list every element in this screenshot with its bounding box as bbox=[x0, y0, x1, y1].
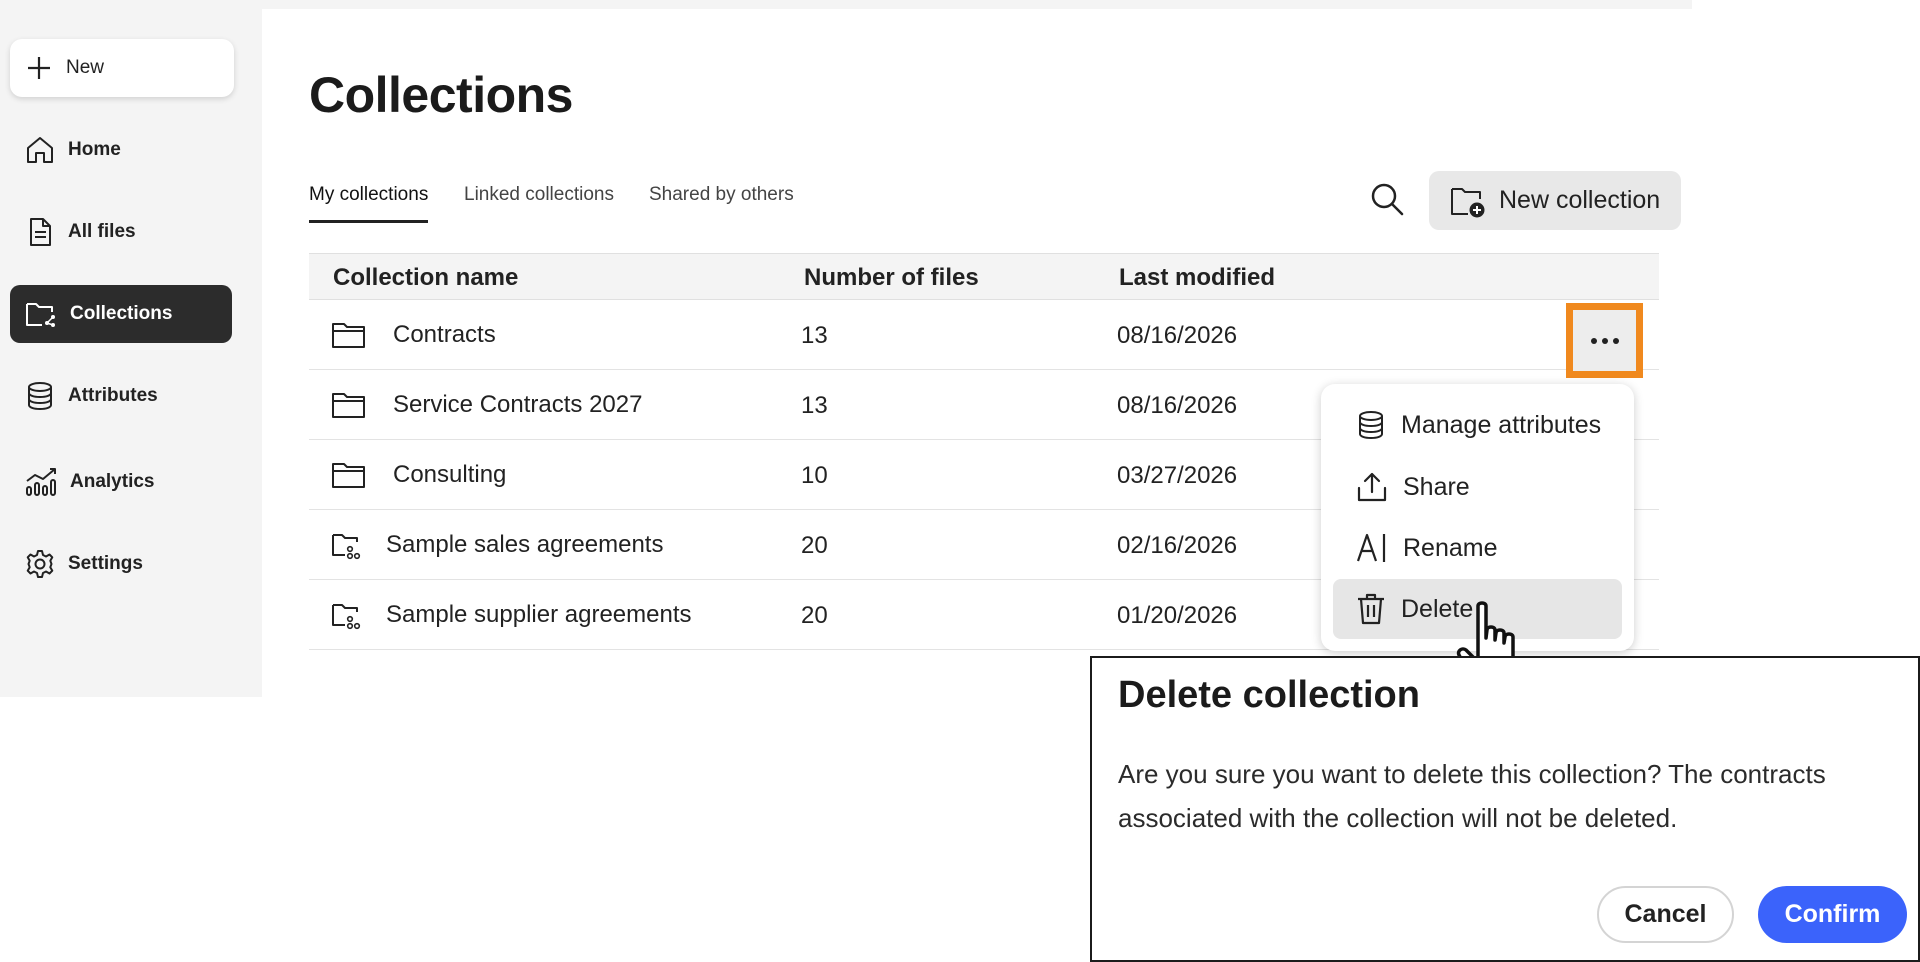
modified-date: 08/16/2026 bbox=[1117, 392, 1238, 419]
file-count: 20 bbox=[801, 602, 828, 629]
collection-name[interactable]: Contracts bbox=[393, 321, 496, 349]
folder-icon bbox=[332, 393, 365, 418]
new-collection-label: New collection bbox=[1499, 186, 1661, 214]
folder-icon bbox=[332, 463, 365, 488]
sidebar-item-all-files[interactable]: All files bbox=[10, 203, 232, 261]
analytics-icon bbox=[26, 468, 56, 496]
sidebar-item-label: Settings bbox=[68, 553, 143, 574]
menu-item-label: Manage attributes bbox=[1401, 410, 1602, 439]
column-header-files[interactable]: Number of files bbox=[804, 264, 979, 292]
shared-folder-icon bbox=[332, 604, 361, 630]
menu-item-label: Rename bbox=[1403, 533, 1498, 562]
new-button-label: New bbox=[66, 57, 105, 78]
collection-name[interactable]: Sample sales agreements bbox=[386, 531, 663, 559]
sidebar-item-attributes[interactable]: Attributes bbox=[10, 367, 232, 425]
home-icon bbox=[27, 137, 53, 163]
modified-date: 02/16/2026 bbox=[1117, 532, 1238, 559]
sidebar-item-home[interactable]: Home bbox=[10, 121, 232, 179]
new-collection-button[interactable]: New collection bbox=[1429, 171, 1681, 230]
sidebar-item-settings[interactable]: Settings bbox=[10, 535, 232, 593]
sidebar-item-label: Collections bbox=[70, 303, 173, 324]
tab-shared-by-others[interactable]: Shared by others bbox=[649, 184, 794, 220]
sidebar-item-label: Attributes bbox=[68, 385, 158, 406]
sidebar-item-label: Home bbox=[68, 139, 121, 160]
confirm-button[interactable]: Confirm bbox=[1758, 886, 1907, 943]
delete-collection-dialog: Delete collection Are you sure you want … bbox=[1090, 656, 1920, 962]
collection-name[interactable]: Service Contracts 2027 bbox=[393, 391, 642, 419]
sidebar-item-collections[interactable]: Collections bbox=[10, 285, 232, 343]
file-count: 13 bbox=[801, 392, 828, 419]
add-folder-icon bbox=[1451, 187, 1485, 217]
rename-icon bbox=[1356, 533, 1386, 562]
modified-date: 01/20/2026 bbox=[1117, 602, 1238, 629]
more-icon bbox=[1590, 337, 1619, 344]
collection-name[interactable]: Consulting bbox=[393, 461, 506, 489]
trash-icon bbox=[1358, 593, 1384, 625]
gear-icon bbox=[26, 550, 54, 578]
modified-date: 08/16/2026 bbox=[1117, 322, 1238, 349]
column-header-name[interactable]: Collection name bbox=[333, 264, 518, 292]
new-button[interactable]: New bbox=[10, 39, 234, 97]
table-row[interactable]: Contracts 13 08/16/2026 bbox=[309, 300, 1659, 370]
page-title: Collections bbox=[309, 67, 573, 123]
shared-folder-icon bbox=[332, 534, 361, 560]
sidebar-item-label: All files bbox=[68, 221, 136, 242]
sidebar-item-analytics[interactable]: Analytics bbox=[10, 453, 232, 511]
table-header: Collection name Number of files Last mod… bbox=[309, 253, 1659, 300]
file-count: 13 bbox=[801, 322, 828, 349]
sidebar-item-label: Analytics bbox=[70, 471, 155, 492]
database-icon bbox=[28, 382, 52, 411]
collection-name[interactable]: Sample supplier agreements bbox=[386, 601, 692, 629]
more-actions-button[interactable] bbox=[1566, 303, 1643, 378]
database-icon bbox=[1359, 411, 1383, 440]
menu-item-rename[interactable]: Rename bbox=[1333, 518, 1622, 578]
file-count: 10 bbox=[801, 462, 828, 489]
menu-item-share[interactable]: Share bbox=[1333, 457, 1622, 517]
menu-item-manage-attributes[interactable]: Manage attributes bbox=[1333, 395, 1622, 455]
main-panel-corner bbox=[262, 9, 282, 29]
search-icon[interactable] bbox=[1368, 180, 1406, 218]
column-header-modified[interactable]: Last modified bbox=[1119, 264, 1275, 292]
plus-icon bbox=[28, 57, 50, 79]
cancel-button[interactable]: Cancel bbox=[1597, 886, 1734, 943]
dialog-title: Delete collection bbox=[1118, 674, 1420, 716]
tab-linked-collections[interactable]: Linked collections bbox=[464, 184, 614, 220]
sidebar: New Home All files Collections Attribute… bbox=[0, 0, 262, 697]
folder-icon bbox=[332, 323, 365, 348]
tab-my-collections[interactable]: My collections bbox=[309, 184, 429, 223]
collections-icon bbox=[26, 303, 55, 327]
dialog-message: Are you sure you want to delete this col… bbox=[1118, 759, 1826, 833]
modified-date: 03/27/2026 bbox=[1117, 462, 1238, 489]
file-count: 20 bbox=[801, 532, 828, 559]
file-icon bbox=[30, 218, 51, 246]
menu-item-label: Share bbox=[1403, 472, 1470, 501]
share-icon bbox=[1357, 472, 1387, 502]
top-strip bbox=[262, 0, 1692, 9]
